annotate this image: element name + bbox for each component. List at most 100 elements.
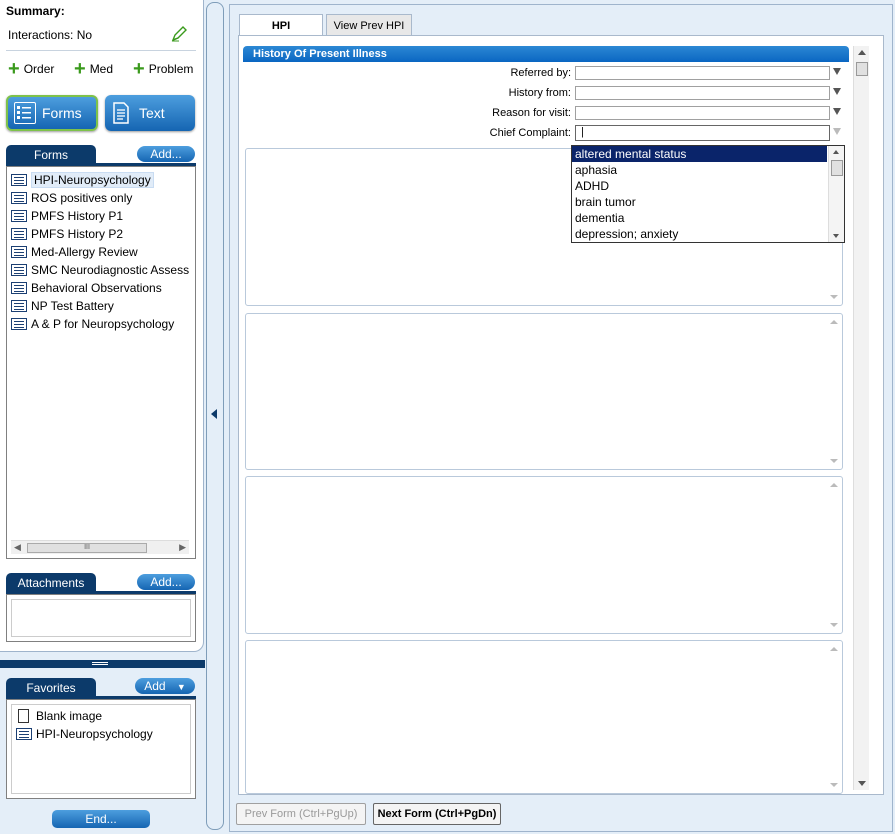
list-item-label: A & P for Neuropsychology — [31, 317, 175, 331]
chief-complaint-input[interactable]: | — [575, 125, 830, 141]
forms-mode-button[interactable]: Forms — [6, 95, 98, 131]
history-from-label: History from: — [508, 87, 571, 99]
hpi-text-area[interactable] — [245, 476, 843, 634]
list-item[interactable]: Blank image — [12, 707, 190, 725]
form-icon — [11, 318, 27, 330]
forms-list: HPI-Neuropsychology ROS positives only P… — [6, 166, 196, 559]
list-item-label: Behavioral Observations — [31, 281, 162, 295]
list-item[interactable]: NP Test Battery — [7, 297, 195, 315]
summary-divider — [6, 50, 196, 51]
list-item[interactable]: HPI-Neuropsychology — [12, 725, 190, 743]
text-mode-button[interactable]: Text — [105, 95, 195, 131]
forms-mode-label: Forms — [42, 105, 82, 121]
chevron-down-icon[interactable] — [833, 68, 841, 75]
hpi-text-area[interactable] — [245, 313, 843, 470]
add-med-label: Med — [89, 62, 114, 76]
referred-by-input[interactable] — [575, 66, 830, 80]
chief-complaint-row: Chief Complaint: | — [243, 125, 843, 142]
list-item-label: HPI-Neuropsychology — [31, 172, 154, 188]
form-vertical-scrollbar[interactable] — [853, 46, 869, 790]
scroll-left-icon[interactable]: ◀ — [14, 542, 21, 553]
add-problem-button[interactable]: + Problem — [133, 58, 194, 80]
text-area-scrollbar[interactable] — [828, 479, 840, 631]
chevron-down-icon[interactable] — [833, 128, 841, 135]
scroll-up-icon[interactable] — [833, 150, 839, 154]
collapse-arrow-icon[interactable] — [211, 409, 217, 419]
add-problem-label: Problem — [148, 62, 194, 76]
text-area-scrollbar[interactable] — [828, 643, 840, 791]
list-item[interactable]: A & P for Neuropsychology — [7, 315, 195, 333]
reason-for-visit-label: Reason for visit: — [492, 107, 571, 119]
reason-row: Reason for visit: — [243, 106, 843, 122]
scroll-thumb[interactable]: III — [27, 543, 147, 553]
list-item[interactable]: Behavioral Observations — [7, 279, 195, 297]
list-item[interactable]: altered mental status — [572, 146, 827, 162]
form-icon — [16, 728, 32, 740]
scroll-right-icon[interactable]: ▶ — [179, 542, 186, 553]
scroll-thumb[interactable] — [831, 160, 843, 176]
blank-page-icon — [18, 709, 29, 723]
history-from-input[interactable] — [575, 86, 830, 100]
chevron-down-icon[interactable] — [833, 108, 841, 115]
list-item-label: SMC Neurodiagnostic Assess — [31, 263, 190, 277]
form-icon — [11, 282, 27, 294]
prev-form-button[interactable]: Prev Form (Ctrl+PgUp) — [236, 803, 366, 825]
attachments-panel-tab[interactable]: Attachments — [6, 573, 96, 593]
pencil-edit-icon[interactable] — [170, 25, 188, 43]
list-item-label: Med-Allergy Review — [31, 245, 138, 259]
scroll-up-icon[interactable] — [858, 50, 866, 55]
list-item[interactable]: HPI-Neuropsychology — [7, 171, 195, 189]
splitter-grip-icon[interactable] — [92, 662, 108, 665]
chevron-down-icon[interactable] — [833, 88, 841, 95]
scroll-down-icon[interactable] — [858, 781, 866, 786]
list-item[interactable]: aphasia — [572, 162, 827, 178]
forms-panel-tab[interactable]: Forms — [6, 145, 96, 165]
tab-view-prev-hpi[interactable]: View Prev HPI — [326, 14, 412, 36]
left-pane: Summary: Interactions: No + Order + Med … — [0, 0, 205, 834]
list-item[interactable]: PMFS History P1 — [7, 207, 195, 225]
favorites-add-label: Add — [144, 679, 166, 693]
list-item[interactable]: brain tumor — [572, 194, 827, 210]
hpi-section-header: History Of Present Illness — [243, 46, 849, 62]
form-icon — [11, 174, 27, 186]
add-order-button[interactable]: + Order — [8, 58, 55, 80]
left-top-panel: Summary: Interactions: No + Order + Med … — [0, 0, 204, 652]
attachments-add-button[interactable]: Add... — [137, 574, 195, 590]
dropdown-scrollbar[interactable] — [828, 146, 844, 242]
list-item[interactable]: Med-Allergy Review — [7, 243, 195, 261]
favorites-panel-tab[interactable]: Favorites — [6, 678, 96, 698]
add-order-label: Order — [23, 62, 55, 76]
document-icon — [111, 102, 133, 124]
list-item-label: HPI-Neuropsychology — [36, 727, 153, 741]
scroll-down-icon[interactable] — [833, 234, 839, 238]
list-item-label: PMFS History P2 — [31, 227, 124, 241]
add-med-button[interactable]: + Med — [74, 58, 114, 80]
plus-icon: + — [133, 58, 145, 80]
favorites-add-button[interactable]: Add ▼ — [135, 678, 195, 694]
next-form-button[interactable]: Next Form (Ctrl+PgDn) — [373, 803, 501, 825]
text-area-scrollbar[interactable] — [828, 316, 840, 467]
form-icon — [11, 264, 27, 276]
list-item[interactable]: dementia — [572, 210, 827, 226]
referred-by-label: Referred by: — [510, 67, 571, 79]
collapse-left-pane-strip[interactable] — [206, 2, 224, 830]
forms-horizontal-scrollbar[interactable]: ◀ III ▶ — [11, 540, 189, 554]
list-item[interactable]: ADHD — [572, 178, 827, 194]
plus-icon: + — [74, 58, 86, 80]
plus-icon: + — [8, 58, 20, 80]
forms-add-button[interactable]: Add... — [137, 146, 195, 162]
pane-splitter[interactable] — [0, 660, 205, 668]
reason-for-visit-input[interactable] — [575, 106, 830, 120]
scroll-thumb[interactable] — [856, 62, 868, 76]
list-item[interactable]: ROS positives only — [7, 189, 195, 207]
tab-hpi[interactable]: HPI — [239, 14, 323, 36]
hpi-text-area[interactable] — [245, 640, 843, 794]
list-item[interactable]: PMFS History P2 — [7, 225, 195, 243]
end-button[interactable]: End... — [52, 810, 150, 828]
list-item-label: ROS positives only — [31, 191, 133, 205]
referred-by-row: Referred by: — [243, 66, 843, 82]
list-item[interactable]: depression; anxiety — [572, 226, 827, 242]
form-icon — [11, 246, 27, 258]
interactions-status: Interactions: No — [8, 28, 93, 42]
list-item[interactable]: SMC Neurodiagnostic Assess — [7, 261, 195, 279]
